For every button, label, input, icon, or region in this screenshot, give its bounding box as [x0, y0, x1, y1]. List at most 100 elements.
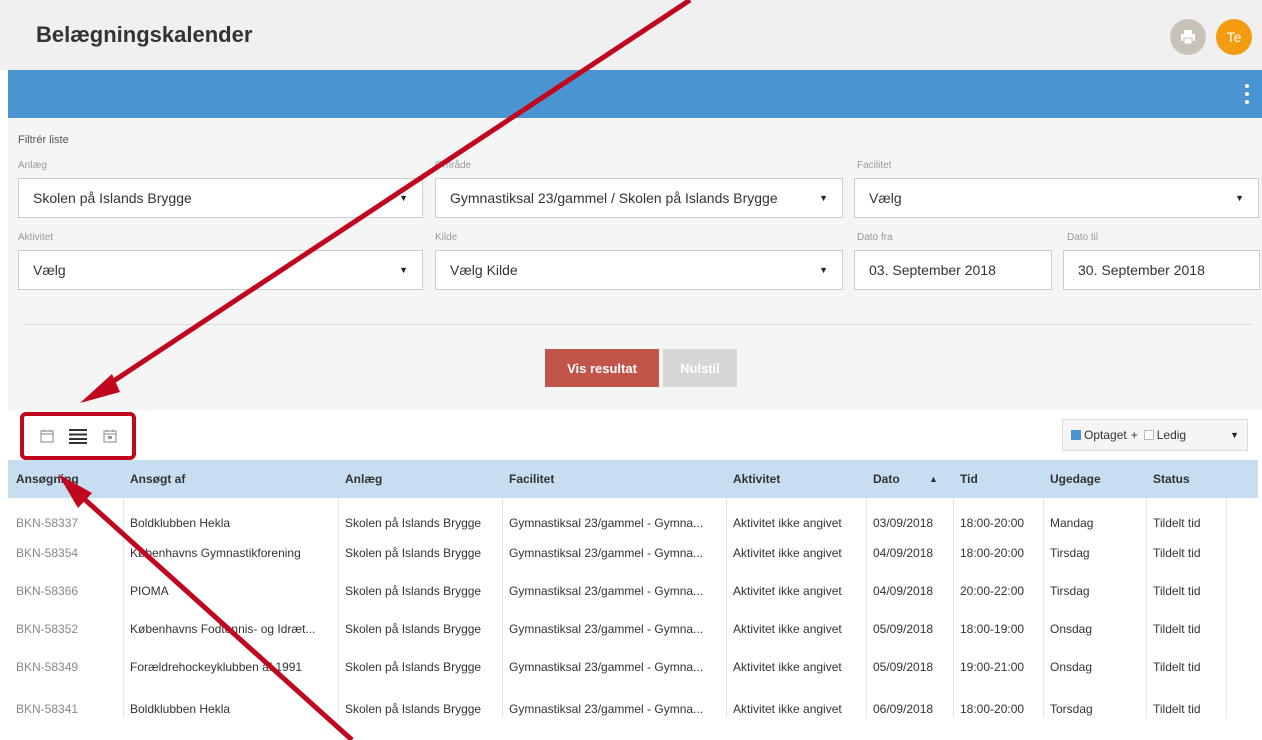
table-row[interactable]: BKN-58349 Forældrehockeyklubben af 1991 …	[8, 650, 1258, 684]
kilde-label: Kilde	[435, 232, 458, 243]
chevron-down-icon: ▼	[399, 193, 408, 203]
cell-aktivitet: Aktivitet ikke angivet	[733, 546, 842, 560]
column-header-aktivitet[interactable]: Aktivitet	[733, 472, 780, 486]
cell-ugedage: Tirsdag	[1050, 584, 1090, 598]
cell-ansoegning[interactable]: BKN-58337	[16, 516, 78, 530]
cell-status: Tildelt tid	[1153, 584, 1201, 598]
list-icon[interactable]	[69, 428, 87, 444]
cell-ansoegt-af: Københavns Gymnastikforening	[130, 546, 301, 560]
column-header-tid[interactable]: Tid	[960, 472, 978, 486]
aktivitet-select[interactable]: Vælg ▼	[18, 250, 423, 290]
cell-ansoegning[interactable]: BKN-58354	[16, 546, 78, 560]
calendar-icon[interactable]	[39, 429, 54, 443]
cell-aktivitet: Aktivitet ikke angivet	[733, 702, 842, 716]
cell-ugedage: Onsdag	[1050, 660, 1093, 674]
chevron-down-icon: ▼	[1230, 430, 1239, 440]
cell-tid: 18:00-20:00	[960, 702, 1025, 716]
table-row[interactable]: BKN-58354 Københavns Gymnastikforening S…	[8, 536, 1258, 570]
column-header-anlaeg[interactable]: Anlæg	[345, 472, 382, 486]
cell-ansoegning[interactable]: BKN-58349	[16, 660, 78, 674]
legend-select[interactable]: Optaget + Ledig ▼	[1062, 419, 1248, 451]
cell-status: Tildelt tid	[1153, 702, 1201, 716]
kilde-select[interactable]: Vælg Kilde ▼	[435, 250, 843, 290]
cell-ansoegt-af: Boldklubben Hekla	[130, 516, 231, 530]
omraade-select[interactable]: Gymnastiksal 23/gammel / Skolen på Islan…	[435, 178, 843, 218]
cell-facilitet: Gymnastiksal 23/gammel - Gymna...	[509, 702, 704, 716]
cell-ansoegt-af: PIOMA	[130, 584, 169, 598]
cell-ansoegning[interactable]: BKN-58366	[16, 584, 78, 598]
chevron-down-icon: ▼	[819, 265, 828, 275]
table-row[interactable]: BKN-58341 Boldklubben Hekla Skolen på Is…	[8, 692, 1258, 726]
cell-ansoegt-af: Boldklubben Hekla	[130, 702, 231, 716]
cell-aktivitet: Aktivitet ikke angivet	[733, 660, 842, 674]
omraade-value: Gymnastiksal 23/gammel / Skolen på Islan…	[450, 190, 778, 206]
dato-til-field[interactable]: 30. September 2018	[1063, 250, 1260, 290]
cell-status: Tildelt tid	[1153, 516, 1201, 530]
facilitet-select[interactable]: Vælg ▼	[854, 178, 1259, 218]
cell-aktivitet: Aktivitet ikke angivet	[733, 622, 842, 636]
sort-asc-icon[interactable]: ▲	[929, 474, 938, 484]
cell-tid: 20:00-22:00	[960, 584, 1025, 598]
cell-anlaeg: Skolen på Islands Brygge	[345, 516, 482, 530]
free-swatch	[1143, 430, 1154, 440]
dato-til-value: 30. September 2018	[1078, 262, 1205, 278]
calendar-day-icon[interactable]	[102, 429, 117, 443]
column-header-ugedage[interactable]: Ugedage	[1050, 472, 1101, 486]
cell-ugedage: Mandag	[1050, 516, 1094, 530]
table-header: Ansøgning Ansøgt af Anlæg Facilitet Akti…	[8, 460, 1258, 498]
show-results-button[interactable]: Vis resultat	[545, 349, 659, 387]
chevron-down-icon: ▼	[1235, 193, 1244, 203]
cell-ansoegning[interactable]: BKN-58352	[16, 622, 78, 636]
column-header-ansoegt-af[interactable]: Ansøgt af	[130, 472, 185, 486]
column-header-status[interactable]: Status	[1153, 472, 1190, 486]
cell-ansoegning[interactable]: BKN-58341	[16, 702, 78, 716]
cell-anlaeg: Skolen på Islands Brygge	[345, 702, 482, 716]
chevron-down-icon: ▼	[819, 193, 828, 203]
filter-heading: Filtrér liste	[18, 134, 69, 146]
facilitet-label: Facilitet	[857, 160, 892, 171]
chevron-down-icon: ▼	[399, 265, 408, 275]
cell-anlaeg: Skolen på Islands Brygge	[345, 660, 482, 674]
cell-aktivitet: Aktivitet ikke angivet	[733, 584, 842, 598]
anlaeg-label: Anlæg	[18, 160, 47, 171]
cell-ansoegt-af: Københavns Fodtennis- og Idræt...	[130, 622, 316, 636]
reset-button[interactable]: Nulstil	[663, 349, 737, 387]
anlaeg-value: Skolen på Islands Brygge	[33, 190, 192, 206]
omraade-label: Område	[435, 160, 472, 171]
cell-status: Tildelt tid	[1153, 546, 1201, 560]
cell-tid: 19:00-21:00	[960, 660, 1025, 674]
dato-fra-field[interactable]: 03. September 2018	[854, 250, 1052, 290]
dato-fra-label: Dato fra	[857, 232, 893, 243]
legend-plus: +	[1130, 428, 1138, 442]
column-header-facilitet[interactable]: Facilitet	[509, 472, 554, 486]
kilde-value: Vælg Kilde	[450, 262, 518, 278]
view-switcher	[20, 412, 136, 460]
cell-dato: 04/09/2018	[873, 584, 934, 598]
divider	[23, 324, 1253, 325]
cell-aktivitet: Aktivitet ikke angivet	[733, 516, 842, 530]
cell-facilitet: Gymnastiksal 23/gammel - Gymna...	[509, 546, 704, 560]
user-avatar[interactable]: Te	[1216, 19, 1252, 55]
dato-fra-value: 03. September 2018	[869, 262, 996, 278]
table-row[interactable]: BKN-58366 PIOMA Skolen på Islands Brygge…	[8, 574, 1258, 608]
aktivitet-label: Aktivitet	[18, 232, 54, 243]
cell-facilitet: Gymnastiksal 23/gammel - Gymna...	[509, 584, 704, 598]
cell-status: Tildelt tid	[1153, 622, 1201, 636]
column-header-ansoegning[interactable]: Ansøgning	[16, 472, 79, 486]
table-row[interactable]: BKN-58352 Københavns Fodtennis- og Idræt…	[8, 612, 1258, 646]
cell-dato: 06/09/2018	[873, 702, 934, 716]
cell-tid: 18:00-20:00	[960, 546, 1025, 560]
table-row[interactable]: BKN-58337 Boldklubben Hekla Skolen på Is…	[8, 506, 1258, 540]
print-button[interactable]	[1170, 19, 1206, 55]
cell-facilitet: Gymnastiksal 23/gammel - Gymna...	[509, 622, 704, 636]
cell-ugedage: Torsdag	[1050, 702, 1093, 716]
column-header-dato[interactable]: Dato	[873, 472, 900, 486]
top-bar: Belægningskalender Te	[0, 0, 1262, 70]
cell-ugedage: Onsdag	[1050, 622, 1093, 636]
cell-tid: 18:00-19:00	[960, 622, 1025, 636]
cell-dato: 05/09/2018	[873, 660, 934, 674]
cell-facilitet: Gymnastiksal 23/gammel - Gymna...	[509, 660, 704, 674]
anlaeg-select[interactable]: Skolen på Islands Brygge ▼	[18, 178, 423, 218]
kebab-menu-icon[interactable]	[1244, 84, 1250, 104]
cell-anlaeg: Skolen på Islands Brygge	[345, 584, 482, 598]
